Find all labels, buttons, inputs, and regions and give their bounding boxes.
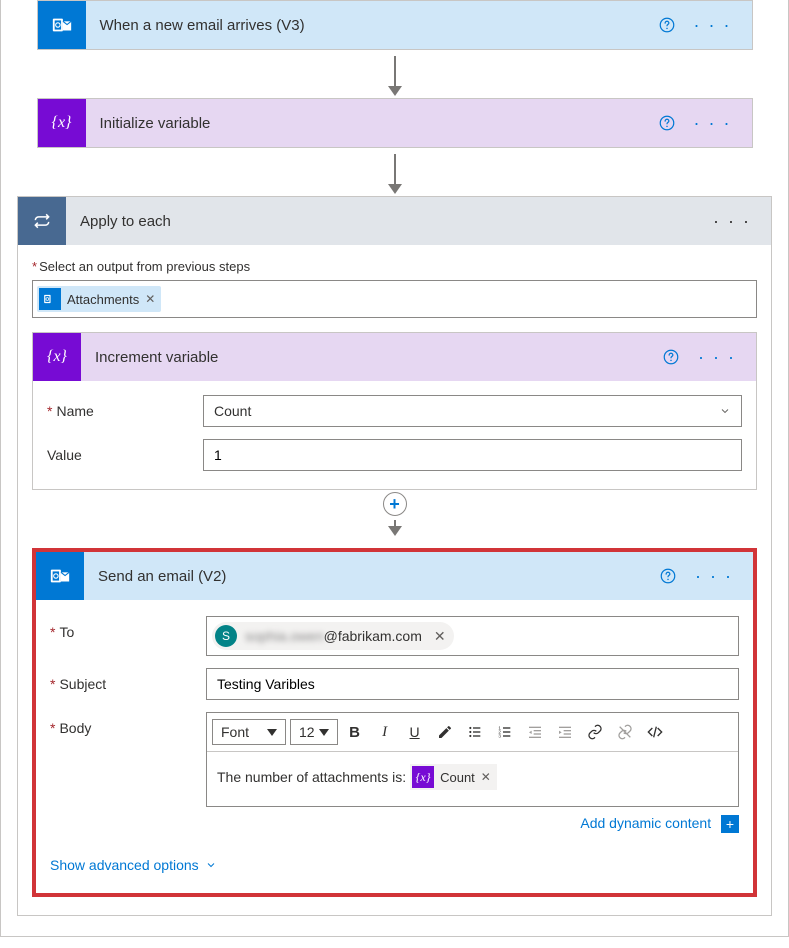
chevron-down-icon (205, 859, 217, 871)
attachments-token[interactable]: Attachments ✕ (37, 286, 161, 312)
help-icon[interactable] (658, 16, 676, 34)
recipient-remove-icon[interactable]: ✕ (430, 628, 446, 645)
count-var-token[interactable]: {x} Count ✕ (410, 764, 497, 790)
outlook-icon (36, 552, 84, 600)
trigger-title: When a new email arrives (V3) (86, 17, 658, 34)
unlink-button[interactable] (611, 718, 639, 746)
underline-button[interactable]: U (401, 718, 429, 746)
init-var-card: {x} Initialize variable · · · (37, 98, 753, 148)
init-var-title: Initialize variable (86, 115, 658, 132)
increment-var-title: Increment variable (81, 349, 662, 366)
subject-label: *Subject (50, 668, 206, 692)
bullet-list-button[interactable] (461, 718, 489, 746)
avatar: S (215, 625, 237, 647)
help-icon[interactable] (662, 348, 680, 366)
code-view-button[interactable] (641, 718, 669, 746)
token-remove-icon[interactable]: ✕ (145, 292, 155, 306)
body-editor: Font 12 B I U (206, 712, 739, 807)
trigger-card: When a new email arrives (V3) · · · (37, 0, 753, 50)
name-label: *Name (47, 395, 203, 419)
apply-each-title: Apply to each (66, 213, 709, 230)
more-icon[interactable]: · · · (690, 15, 736, 36)
trigger-header[interactable]: When a new email arrives (V3) · · · (38, 1, 752, 49)
variable-icon: {x} (412, 766, 434, 788)
more-icon[interactable]: · · · (691, 566, 737, 587)
outdent-button[interactable] (521, 718, 549, 746)
flow-arrow-icon (17, 148, 772, 196)
help-icon[interactable] (658, 114, 676, 132)
font-family-select[interactable]: Font (212, 719, 286, 745)
font-size-select[interactable]: 12 (290, 719, 338, 745)
link-button[interactable] (581, 718, 609, 746)
more-icon[interactable]: · · · (709, 211, 755, 232)
dropdown-icon (267, 729, 277, 736)
value-label: Value (47, 439, 203, 463)
show-advanced-link[interactable]: Show advanced options (50, 851, 217, 877)
variable-icon: {x} (38, 99, 86, 147)
to-label: *To (50, 616, 206, 640)
token-label: Attachments (67, 292, 139, 307)
increment-var-card: {x} Increment variable · · · *Name (32, 332, 757, 490)
more-icon[interactable]: · · · (690, 113, 736, 134)
name-select[interactable]: Count (203, 395, 742, 427)
italic-button[interactable]: I (371, 718, 399, 746)
apply-each-header[interactable]: Apply to each · · · (18, 197, 771, 245)
outlook-icon (38, 1, 86, 49)
help-icon[interactable] (659, 567, 677, 585)
variable-icon: {x} (33, 333, 81, 381)
send-email-header[interactable]: Send an email (V2) · · · (36, 552, 753, 600)
send-email-title: Send an email (V2) (84, 568, 659, 585)
dropdown-icon (319, 729, 329, 736)
send-email-card: Send an email (V2) · · · *To (36, 552, 753, 893)
rte-toolbar: Font 12 B I U (207, 713, 738, 752)
select-output-label: *Select an output from previous steps (32, 259, 757, 274)
value-input[interactable] (203, 439, 742, 471)
more-icon[interactable]: · · · (694, 347, 740, 368)
bold-button[interactable]: B (341, 718, 369, 746)
flow-arrow-icon (17, 50, 772, 98)
init-var-header[interactable]: {x} Initialize variable · · · (38, 99, 752, 147)
number-list-button[interactable]: 123 (491, 718, 519, 746)
pen-button[interactable] (431, 718, 459, 746)
add-dynamic-content-link[interactable]: Add dynamic content (580, 815, 711, 831)
svg-text:3: 3 (498, 733, 501, 738)
add-step-button[interactable]: + (383, 492, 407, 516)
indent-button[interactable] (551, 718, 579, 746)
to-field[interactable]: S sophia.owen@fabrikam.com ✕ (206, 616, 739, 656)
chevron-down-icon (719, 405, 731, 417)
select-output-field[interactable]: Attachments ✕ (32, 280, 757, 318)
loop-icon (18, 197, 66, 245)
send-email-highlight: Send an email (V2) · · · *To (32, 548, 757, 897)
token-remove-icon[interactable]: ✕ (481, 770, 491, 784)
subject-input[interactable] (206, 668, 739, 700)
increment-var-header[interactable]: {x} Increment variable · · · (33, 333, 756, 381)
body-content[interactable]: The number of attachments is: {x} Count … (207, 752, 738, 806)
apply-each-card: Apply to each · · · *Select an output fr… (17, 196, 772, 916)
add-dynamic-content-icon[interactable]: + (721, 815, 739, 833)
recipient-pill[interactable]: S sophia.owen@fabrikam.com ✕ (212, 622, 454, 650)
body-label: *Body (50, 712, 206, 736)
